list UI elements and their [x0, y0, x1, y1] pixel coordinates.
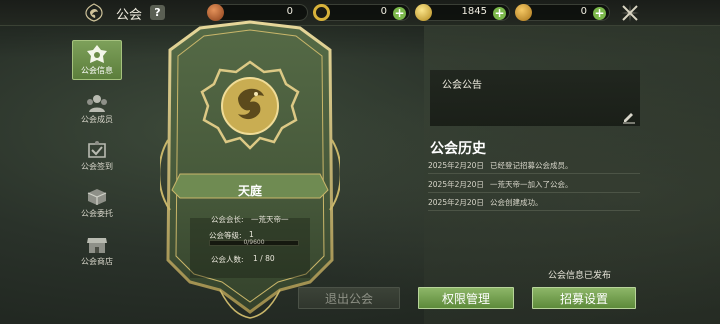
notice-title: 公会公告: [442, 80, 482, 91]
history-row: 2025年2月20日 公会创建成功。: [428, 193, 640, 211]
top-bar: 公会 ? 0 0 + 1845 + 0 +: [0, 0, 720, 26]
add-ingot-button[interactable]: +: [493, 7, 506, 20]
signin-icon: [88, 141, 106, 158]
history-row: 2025年2月20日 已经登记招募公会成员。: [428, 156, 640, 174]
add-gold-button[interactable]: +: [593, 7, 606, 20]
guild-emblem-panel: [160, 20, 340, 319]
gold-ingot-icon: [415, 4, 432, 21]
guild-leader-value: 一荒天帝一: [251, 215, 289, 224]
help-button[interactable]: ?: [150, 5, 165, 20]
history-date: 2025年2月20日: [428, 180, 484, 189]
emblem-icon: [87, 45, 107, 63]
currency-copper-value: 0: [286, 6, 293, 17]
currency-copper: 0: [207, 4, 308, 21]
sidebar-item-label: 公会信息: [81, 66, 113, 75]
sidebar-item-guild-info[interactable]: 公会信息: [72, 40, 122, 80]
sidebar-item-label: 公会成员: [81, 115, 113, 124]
page-title: 公会: [116, 8, 143, 23]
history-text: 一荒天帝一加入了公会。: [490, 180, 573, 189]
currency-ingot-value: 1845: [461, 6, 487, 17]
guild-leader-label: 公会会长:: [211, 215, 244, 224]
history-date: 2025年2月20日: [428, 198, 484, 207]
history-title: 公会历史: [430, 141, 486, 157]
copper-coin-icon: [207, 4, 224, 21]
sidebar-item-label: 公会签到: [81, 162, 113, 171]
sidebar-item-label: 公会商店: [81, 257, 113, 266]
recruit-settings-button[interactable]: 招募设置: [532, 287, 636, 309]
gold-ring-icon: [313, 4, 330, 21]
publish-status: 公会信息已发布: [548, 271, 612, 281]
history-date: 2025年2月20日: [428, 161, 484, 170]
shop-icon: [87, 238, 107, 253]
dragon-logo-icon: [85, 3, 103, 22]
currency-ingot: 1845 +: [415, 4, 510, 21]
currency-gold: 0 +: [515, 4, 610, 21]
commission-icon: [87, 189, 107, 205]
members-icon: [87, 95, 107, 112]
history-text: 公会创建成功。: [490, 198, 543, 207]
currency-ring-value: 0: [380, 6, 387, 17]
edit-notice-icon[interactable]: [622, 110, 636, 124]
gold-coin-icon: [515, 4, 532, 21]
sidebar-item-signin[interactable]: 公会签到: [72, 137, 122, 177]
add-ring-button[interactable]: +: [393, 7, 406, 20]
currency-ring: 0 +: [313, 4, 410, 21]
guild-members-value: 1 / 80: [253, 254, 275, 263]
guild-level-value: 1: [249, 230, 254, 239]
sidebar-item-shop[interactable]: 公会商店: [72, 232, 122, 272]
guild-members-label: 公会人数:: [211, 255, 244, 264]
sidebar-item-commission[interactable]: 公会委托: [72, 184, 122, 224]
history-text: 已经登记招募公会成员。: [490, 161, 573, 170]
quit-guild-button[interactable]: 退出公会: [298, 287, 400, 309]
guild-name: 天庭: [237, 184, 262, 198]
sidebar-item-label: 公会委托: [81, 209, 113, 218]
permissions-button[interactable]: 权限管理: [418, 287, 514, 309]
sidebar-item-members[interactable]: 公会成员: [72, 90, 122, 130]
close-icon[interactable]: [620, 3, 640, 23]
history-row: 2025年2月20日 一荒天帝一加入了公会。: [428, 175, 640, 193]
currency-gold-value: 0: [580, 6, 587, 17]
guild-exp-text: 0/9600: [243, 239, 265, 246]
